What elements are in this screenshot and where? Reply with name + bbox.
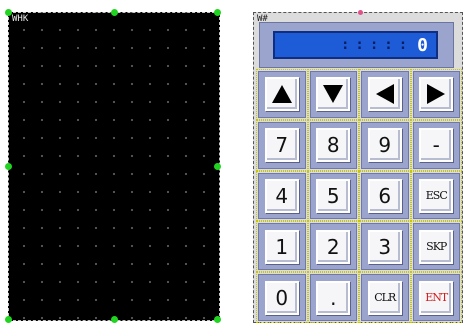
key-4-label: 4 (264, 178, 299, 213)
key-0-button[interactable]: 0 (256, 272, 308, 323)
keypad-grid: 7 8 9 - 4 5 6 ESC 1 2 3 SKP 0 . CLR ENT (256, 69, 462, 323)
decimal-point-button[interactable]: . (307, 272, 359, 323)
key-9-label: 9 (367, 128, 402, 163)
arrow-up-icon (271, 85, 292, 104)
key-4-button[interactable]: 4 (256, 170, 308, 222)
key-1-label: 1 (264, 229, 299, 264)
escape-label: ESC (419, 178, 454, 213)
resize-handle-bottom-left[interactable] (5, 316, 12, 323)
enter-button[interactable]: ENT (410, 272, 462, 323)
key-8-button[interactable]: 8 (307, 119, 359, 171)
clear-label: CLR (367, 280, 402, 315)
key-6-button[interactable]: 6 (359, 170, 411, 222)
key-5-button[interactable]: 5 (307, 170, 359, 222)
key-3-button[interactable]: 3 (359, 221, 411, 273)
resize-handle-top-middle[interactable] (111, 9, 118, 16)
arrow-right-button[interactable] (410, 69, 462, 120)
skip-label: SKP (419, 229, 454, 264)
arrow-up-button[interactable] (256, 69, 308, 120)
resize-handle-top-right[interactable] (214, 9, 221, 16)
resize-handle-bottom-middle[interactable] (111, 316, 118, 323)
display-placeholder: ::::: (341, 37, 414, 53)
key-5-label: 5 (316, 178, 351, 213)
arrow-left-icon (375, 84, 394, 105)
resize-handle-top-left[interactable] (5, 9, 12, 16)
arrow-right-icon (427, 84, 446, 105)
minus-label: - (419, 128, 454, 163)
resize-handle-bottom-right[interactable] (214, 316, 221, 323)
resize-handle-middle-right[interactable] (214, 163, 221, 170)
key-1-button[interactable]: 1 (256, 221, 308, 273)
keypad-display: ::::: 0 (273, 31, 438, 59)
key-2-label: 2 (316, 229, 351, 264)
key-8-label: 8 (316, 128, 351, 163)
display-value: 0 (417, 34, 430, 56)
skip-button[interactable]: SKP (410, 221, 462, 273)
frame-label: WHK (12, 14, 29, 24)
keypad-label: W# (257, 14, 268, 24)
key-7-label: 7 (264, 128, 299, 163)
arrow-down-icon (323, 85, 344, 104)
escape-button[interactable]: ESC (410, 170, 462, 222)
display-bezel: ::::: 0 (259, 22, 454, 68)
arrow-left-button[interactable] (359, 69, 411, 120)
enter-label: ENT (419, 280, 454, 315)
key-9-button[interactable]: 9 (359, 119, 411, 171)
key-7-button[interactable]: 7 (256, 119, 308, 171)
key-3-label: 3 (367, 229, 402, 264)
black-canvas-frame[interactable]: WHK (5, 9, 221, 323)
clear-button[interactable]: CLR (359, 272, 411, 323)
anchor-marker (358, 10, 363, 15)
resize-handle-middle-left[interactable] (5, 163, 12, 170)
key-2-button[interactable]: 2 (307, 221, 359, 273)
key-6-label: 6 (367, 178, 402, 213)
arrow-down-button[interactable] (307, 69, 359, 120)
numeric-keypad-panel[interactable]: W# ::::: 0 7 8 9 - 4 5 6 ESC 1 2 3 SKP 0… (253, 10, 463, 323)
minus-button[interactable]: - (410, 119, 462, 171)
key-0-label: 0 (264, 280, 299, 315)
decimal-point-label: . (316, 280, 351, 315)
